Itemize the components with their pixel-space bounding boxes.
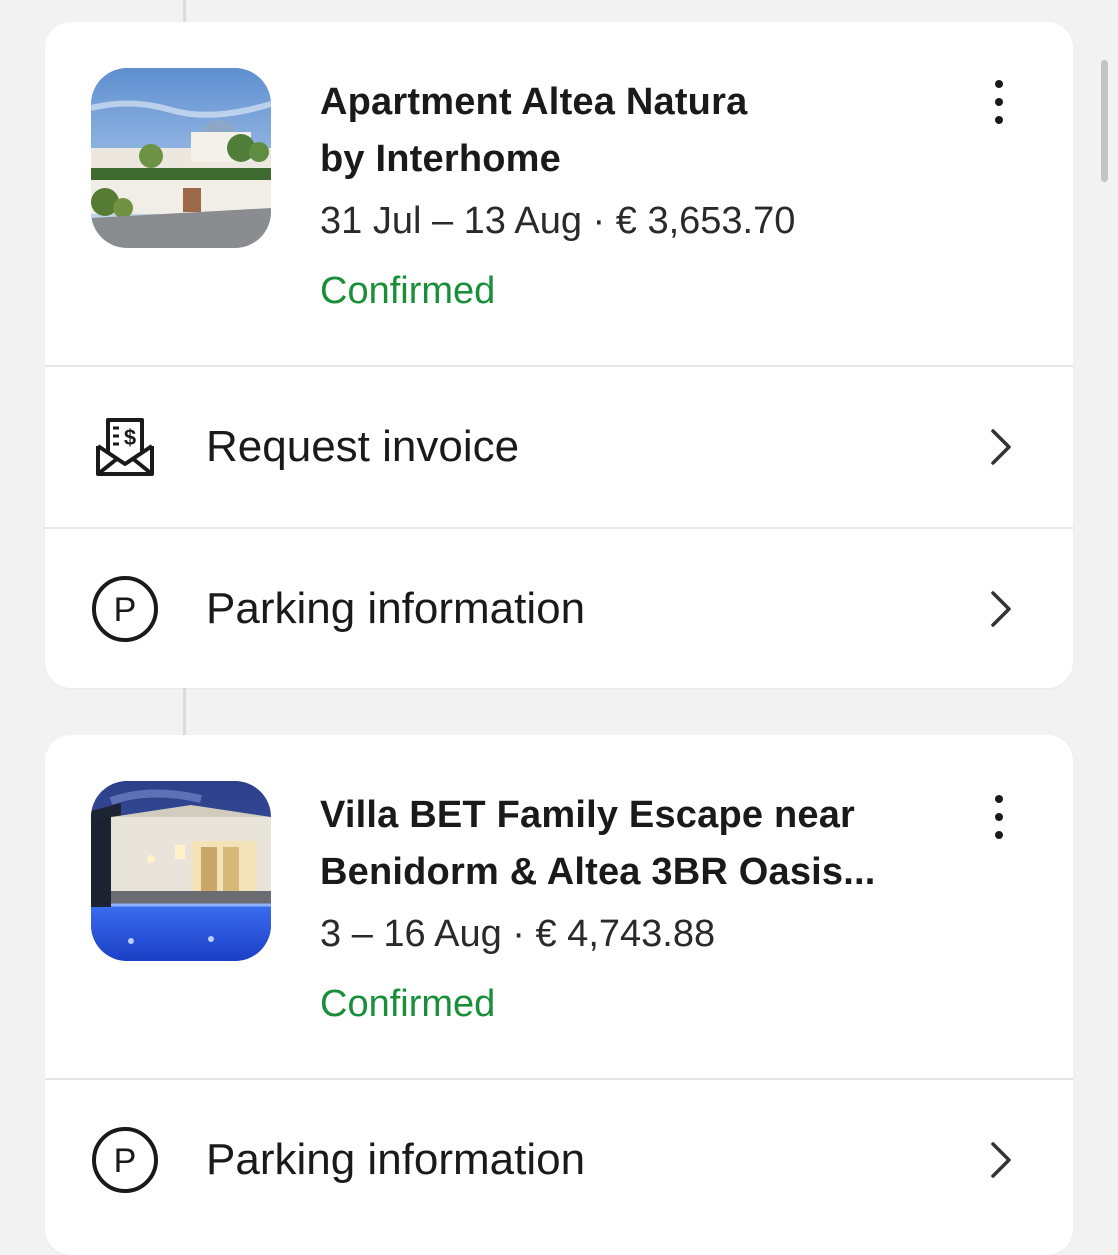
dot-icon [995,80,1003,88]
timeline-line [183,688,186,735]
booking-title-line: by Interhome [320,138,561,180]
svg-text:$: $ [124,425,136,450]
chevron-right-icon [991,591,1011,627]
booking-title-line: Benidorm & Altea 3BR Oasis... [320,851,876,893]
svg-text:P: P [114,1142,137,1180]
dot-icon [995,813,1003,821]
more-options-button[interactable] [979,80,1019,124]
dot-icon [995,116,1003,124]
chevron-right-icon [991,429,1011,465]
timeline-line [183,0,186,22]
booking-card[interactable]: Apartment Altea Natura by Interhome 31 J… [45,22,1073,688]
scrollbar[interactable] [1101,60,1108,182]
parking-information-row[interactable]: P Parking information [45,527,1073,688]
request-invoice-label: Request invoice [206,422,520,471]
request-invoice-row[interactable]: $ Request invoice [45,365,1073,527]
booking-title: Apartment Altea Natura by Interhome [320,74,940,188]
dot-icon [995,795,1003,803]
booking-title: Villa BET Family Escape near Benidorm & … [320,787,940,901]
booking-card[interactable]: Villa BET Family Escape near Benidorm & … [45,735,1073,1255]
parking-information-row[interactable]: P Parking information [45,1078,1073,1240]
property-photo [91,68,271,248]
booking-dates-price: 31 Jul – 13 Aug · € 3,653.70 [320,200,796,242]
chevron-right-icon [991,1142,1011,1178]
booking-dates-price: 3 – 16 Aug · € 4,743.88 [320,913,716,955]
invoice-envelope-icon: $ [96,418,154,476]
parking-icon: P [92,576,158,642]
property-photo [91,781,271,961]
parking-information-label: Parking information [206,1135,586,1184]
booking-status: Confirmed [320,983,496,1025]
svg-text:P: P [114,591,137,629]
booking-status: Confirmed [320,270,496,312]
parking-icon: P [92,1127,158,1193]
booking-title-line: Apartment Altea Natura [320,81,748,123]
dot-icon [995,831,1003,839]
booking-title-line: Villa BET Family Escape near [320,794,856,836]
parking-information-label: Parking information [206,584,586,633]
dot-icon [995,98,1003,106]
booking-summary[interactable]: Villa BET Family Escape near Benidorm & … [45,735,1073,1078]
more-options-button[interactable] [979,795,1019,839]
booking-summary[interactable]: Apartment Altea Natura by Interhome 31 J… [45,22,1073,365]
